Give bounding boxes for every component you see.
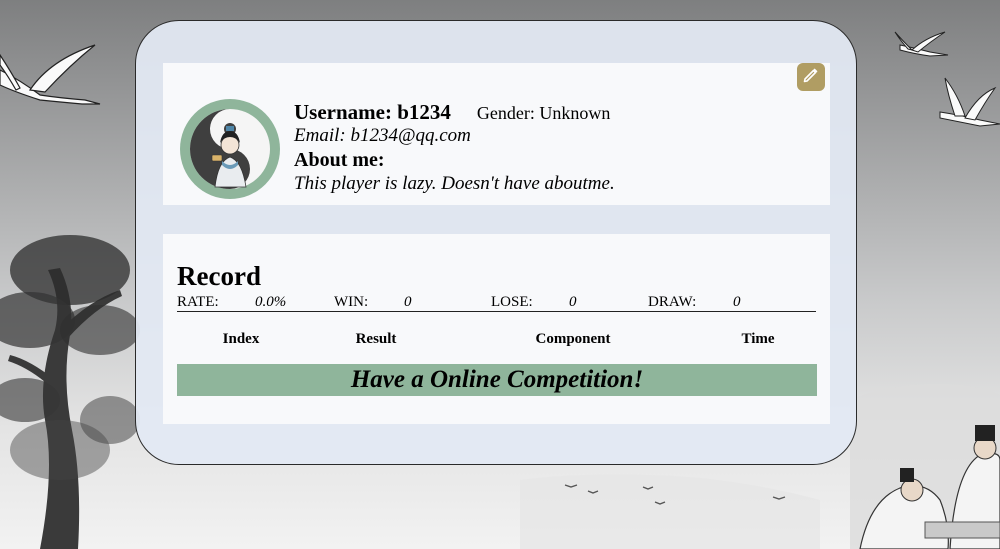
online-competition-label: Have a Online Competition! xyxy=(350,366,644,393)
email: Email: b1234@qq.com xyxy=(294,124,615,148)
win-label: WIN: xyxy=(334,294,369,310)
record-stats: RATE: 0.0% WIN: 0 LOSE: 0 DRAW: 0 xyxy=(177,293,816,312)
rate-label: RATE: xyxy=(177,294,219,310)
pencil-icon xyxy=(802,66,820,89)
online-competition-button[interactable]: Have a Online Competition! xyxy=(177,364,817,396)
column-header-time: Time xyxy=(741,331,775,347)
yin-yang-avatar xyxy=(190,109,270,189)
scholars-figures xyxy=(859,425,1000,549)
avatar[interactable] xyxy=(180,99,280,199)
distant-birds xyxy=(564,484,786,505)
crane-left xyxy=(0,44,101,105)
crane-right-lower xyxy=(939,77,1000,127)
draw-label: DRAW: xyxy=(648,294,697,310)
draw-value: 0 xyxy=(733,294,741,310)
username-label: Username: xyxy=(294,100,392,124)
email-value: b1234@qq.com xyxy=(350,125,471,146)
username: Username: b1234 xyxy=(294,100,451,124)
column-header-index: Index xyxy=(222,331,260,347)
profile-info: Username: b1234 Gender: Unknown Email: b1… xyxy=(294,100,615,196)
about-label: About me: xyxy=(294,149,385,171)
edit-profile-button[interactable] xyxy=(797,63,825,91)
crane-right-upper xyxy=(894,31,949,57)
gender-label: Gender: xyxy=(476,103,535,123)
win-value: 0 xyxy=(404,294,412,310)
column-header-result: Result xyxy=(355,331,397,347)
record-title: Record xyxy=(177,261,261,291)
ink-tree xyxy=(0,235,140,549)
username-value: b1234 xyxy=(397,100,451,124)
gender: Gender: Unknown xyxy=(477,103,610,123)
lose-value: 0 xyxy=(569,294,577,310)
gender-value: Unknown xyxy=(539,103,611,123)
about-text: This player is lazy. Doesn't have aboutm… xyxy=(294,173,615,194)
rate-value: 0.0% xyxy=(255,294,287,310)
column-header-component: Component xyxy=(535,331,611,347)
lose-label: LOSE: xyxy=(491,294,533,310)
email-label: Email: xyxy=(294,125,346,146)
